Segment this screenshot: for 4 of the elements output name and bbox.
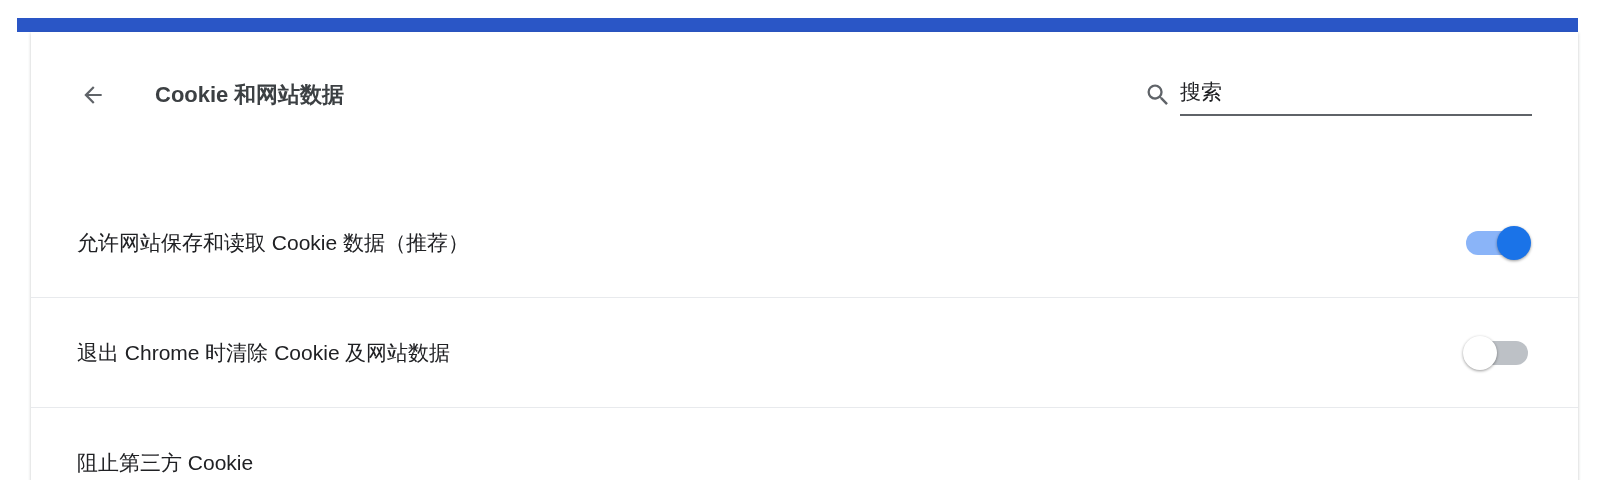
setting-label: 允许网站保存和读取 Cookie 数据（推荐） (77, 229, 470, 256)
setting-label: 阻止第三方 Cookie (77, 449, 254, 476)
page-title: Cookie 和网站数据 (155, 81, 346, 109)
setting-label: 退出 Chrome 时清除 Cookie 及网站数据 (77, 339, 451, 366)
